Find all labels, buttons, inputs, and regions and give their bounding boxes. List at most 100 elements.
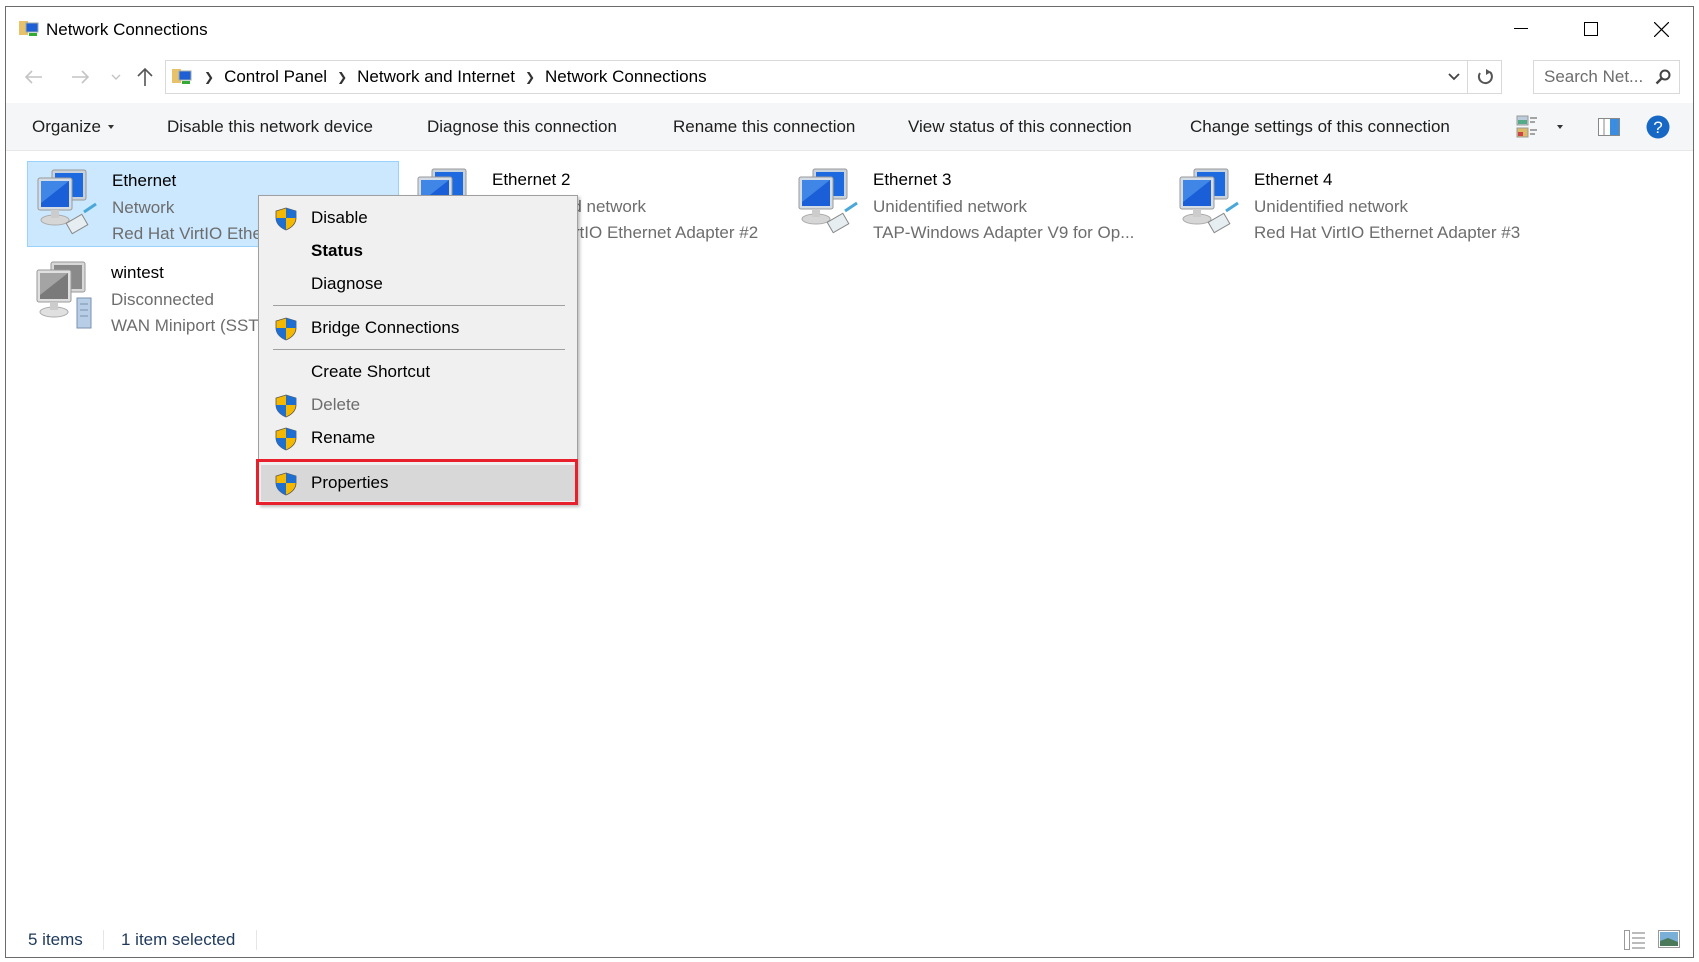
menu-item-label: Rename (311, 428, 376, 447)
refresh-button[interactable] (1467, 61, 1501, 93)
connection-name: Ethernet 4 (1254, 170, 1333, 189)
connection-item-ethernet-4[interactable]: Ethernet 4 Unidentified network Red Hat … (1170, 161, 1542, 247)
arrow-left-icon (25, 70, 42, 84)
ethernet-connection-icon (798, 168, 858, 234)
close-button[interactable] (1626, 7, 1696, 51)
connection-status: Disconnected (111, 290, 215, 309)
arrow-right-icon (72, 70, 89, 84)
up-button[interactable] (134, 61, 156, 93)
menu-item-label: Create Shortcut (311, 362, 431, 381)
rename-connection-label: Rename this connection (673, 117, 856, 136)
minimize-button[interactable] (1486, 7, 1556, 51)
diagnose-connection-label: Diagnose this connection (427, 117, 617, 136)
view-status-button[interactable]: View status of this connection (908, 103, 1132, 151)
uac-shield-icon (275, 207, 297, 231)
menu-separator (273, 305, 565, 306)
window-title: Network Connections (46, 20, 208, 39)
search-icon[interactable] (1655, 69, 1671, 85)
large-icons-view-icon (1658, 930, 1680, 948)
organize-label: Organize (32, 117, 101, 136)
address-bar[interactable]: ❯ Control Panel ❯ Network and Internet ❯… (165, 60, 1502, 94)
forward-button[interactable] (66, 61, 94, 93)
breadcrumb-separator-icon: ❯ (204, 70, 215, 84)
breadcrumb-control-panel[interactable]: Control Panel (224, 67, 327, 87)
status-divider (103, 930, 104, 950)
menu-item-label: Status (311, 241, 363, 260)
menu-item-properties[interactable]: Properties (261, 465, 575, 501)
chevron-down-icon (111, 74, 121, 80)
caret-down-icon (107, 125, 114, 129)
uac-shield-icon (275, 317, 297, 341)
change-view-button[interactable] (1516, 103, 1540, 151)
menu-item-create-shortcut[interactable]: Create Shortcut (261, 356, 575, 388)
selection-count: 1 item selected (121, 930, 236, 949)
minimize-icon (1514, 28, 1528, 29)
change-settings-button[interactable]: Change settings of this connection (1190, 103, 1450, 151)
menu-item-disable[interactable]: Disable (261, 202, 575, 234)
organize-button[interactable]: Organize (32, 103, 114, 151)
item-count: 5 items (28, 930, 83, 949)
status-divider (256, 930, 257, 950)
view-options-icon (1516, 115, 1537, 138)
rename-connection-button[interactable]: Rename this connection (673, 103, 855, 151)
details-view-icon (1624, 930, 1645, 950)
disable-device-button[interactable]: Disable this network device (167, 103, 373, 151)
ethernet-connection-icon (37, 169, 97, 235)
diagnose-connection-button[interactable]: Diagnose this connection (427, 103, 617, 151)
menu-item-delete[interactable]: Delete (261, 389, 575, 421)
uac-shield-icon (275, 472, 297, 496)
connection-status: Unidentified network (873, 197, 1028, 216)
menu-item-label: Bridge Connections (311, 318, 460, 337)
disable-device-label: Disable this network device (167, 117, 373, 136)
connection-status: Network (112, 198, 175, 217)
recent-locations-button[interactable] (108, 61, 124, 93)
preview-pane-icon (1598, 118, 1620, 136)
ethernet-connection-icon (1179, 168, 1239, 234)
search-box[interactable] (1533, 60, 1680, 94)
command-bar: Organize Disable this network device Dia… (6, 103, 1693, 151)
status-bar: 5 items 1 item selected (6, 922, 1693, 958)
menu-item-bridge-connections[interactable]: Bridge Connections (261, 312, 575, 344)
change-settings-label: Change settings of this connection (1190, 117, 1450, 136)
back-button[interactable] (20, 61, 48, 93)
connection-device: TAP-Windows Adapter V9 for Op... (873, 223, 1135, 242)
view-status-label: View status of this connection (908, 117, 1132, 136)
connection-device: WAN Miniport (SSTP) (111, 316, 276, 335)
address-dropdown-button[interactable] (1443, 61, 1465, 93)
menu-item-diagnose[interactable]: Diagnose (261, 268, 575, 300)
uac-shield-icon (275, 394, 297, 418)
uac-shield-icon (275, 427, 297, 451)
context-menu: Disable Status Diagnose Bridge Connectio… (258, 195, 578, 505)
control-panel-icon (172, 69, 192, 84)
connection-device: Red Hat VirtIO Ethernet Adapter #3 (1254, 223, 1521, 242)
network-connections-icon (19, 21, 39, 36)
refresh-icon (1477, 69, 1493, 85)
breadcrumb-network-and-internet[interactable]: Network and Internet (357, 67, 515, 87)
menu-item-rename[interactable]: Rename (261, 422, 575, 454)
preview-pane-button[interactable] (1598, 103, 1620, 151)
maximize-button[interactable] (1556, 7, 1626, 51)
breadcrumb-network-connections[interactable]: Network Connections (545, 67, 707, 87)
svg-text:?: ? (1653, 118, 1662, 137)
help-button[interactable]: ? (1646, 103, 1670, 151)
breadcrumb-separator-icon[interactable]: ❯ (525, 70, 535, 84)
menu-item-status[interactable]: Status (261, 235, 575, 267)
breadcrumb-separator-icon[interactable]: ❯ (337, 70, 347, 84)
connection-name: wintest (111, 263, 164, 282)
help-icon: ? (1646, 115, 1670, 139)
menu-item-label: Delete (311, 395, 361, 414)
maximize-icon (1584, 22, 1598, 36)
connection-name: Ethernet 2 (492, 170, 571, 189)
chevron-down-icon (1448, 73, 1460, 81)
navigation-bar: ❯ Control Panel ❯ Network and Internet ❯… (6, 57, 1693, 97)
arrow-up-icon (137, 67, 153, 86)
vpn-connection-icon (36, 261, 92, 329)
close-icon (1653, 21, 1669, 37)
search-input[interactable] (1544, 67, 1654, 87)
connection-name: Ethernet (112, 171, 177, 190)
details-view-button[interactable] (1624, 930, 1646, 955)
view-dropdown-button[interactable] (1557, 103, 1563, 151)
connection-name: Ethernet 3 (873, 170, 952, 189)
large-icons-view-button[interactable] (1658, 930, 1680, 953)
connection-item-ethernet-3[interactable]: Ethernet 3 Unidentified network TAP-Wind… (789, 161, 1161, 247)
